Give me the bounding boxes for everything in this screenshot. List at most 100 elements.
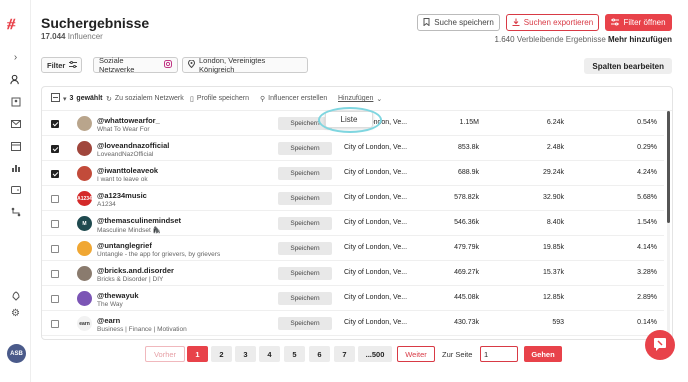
avatar[interactable] [77,141,92,156]
influencer-handle[interactable]: @a1234music [97,191,147,200]
influencer-bio: A1234 [97,201,116,208]
save-influencer-button[interactable]: Speichern [278,217,332,230]
avatar[interactable] [77,266,92,281]
engagement-rate-cell: 4.24% [637,169,657,176]
goto-page-input[interactable]: 1 [480,346,518,362]
page-7-button[interactable]: 7 [334,346,355,362]
row-checkbox[interactable] [51,120,59,128]
row-checkbox[interactable] [51,245,59,253]
save-influencer-button[interactable]: Speichern [278,142,332,155]
location-chip[interactable]: London, Vereinigtes Königreich [182,56,308,74]
create-influencer-action[interactable]: ⚲ Influencer erstellen [260,95,327,103]
left-sidebar: ⧣ › ⚙ ASB [0,0,31,382]
user-search-icon[interactable] [8,72,23,87]
page-6-button[interactable]: 6 [309,346,330,362]
influencer-handle[interactable]: @untanglegrief [97,241,152,250]
go-button[interactable]: Gehen [524,346,562,362]
influencer-handle[interactable]: @thewayuk [97,291,139,300]
page-5-button[interactable]: 5 [284,346,305,362]
influencer-handle[interactable]: @bricks.and.disorder [97,266,174,275]
table-row[interactable]: @ukgods [42,337,664,339]
page-3-button[interactable]: 3 [235,346,256,362]
influencer-handle[interactable]: @themasculinemindset [97,216,181,225]
location-cell: City of London, Ve... [344,169,408,176]
table-row[interactable]: earn @earn Business | Finance | Motivation… [42,312,664,336]
edit-columns-button[interactable]: Spalten bearbeiten [584,58,672,74]
save-influencer-button[interactable]: Speichern [278,192,332,205]
row-checkbox[interactable] [51,320,59,328]
scrollbar-thumb[interactable] [667,111,670,223]
social-network-chip[interactable]: Soziale Netzwerke [93,56,178,74]
bulk-select-toggle[interactable]: ▾ 3 gewählt [51,93,102,104]
row-checkbox[interactable] [51,295,59,303]
row-checkbox[interactable] [51,170,59,178]
save-influencer-button[interactable]: Speichern [278,267,332,280]
save-influencer-button[interactable]: Speichern [278,242,332,255]
table-row[interactable]: M @themasculinemindset Masculine Mindset 🦍… [42,212,664,236]
avatar[interactable] [77,241,92,256]
bookmark-icon [423,17,430,28]
influencer-handle[interactable]: @whattowearfor_ [97,116,160,125]
chevron-right-icon[interactable]: › [8,50,23,65]
save-search-button[interactable]: Suche speichern [417,14,500,31]
flow-icon[interactable] [8,204,23,219]
avatar[interactable] [77,116,92,131]
prev-page-button[interactable]: Vorher [145,346,185,362]
avatar[interactable]: M [77,216,92,231]
influencer-handle[interactable]: @iwanttoleaveok [97,166,158,175]
to-network-action[interactable]: ↻ Zu sozialem Netzwerk [106,95,184,103]
page-4-button[interactable]: 4 [259,346,280,362]
table-row[interactable]: A1234 @a1234music A1234 Speichern City of Lo… [42,187,664,211]
page-last-button[interactable]: ...500 [358,346,392,362]
create-influencer-label: Influencer erstellen [268,95,328,102]
goto-page-label: Zur Seite [442,350,473,359]
contact-card-icon[interactable] [8,94,23,109]
engagement-cell: 29.24k [542,169,564,176]
filter-button[interactable]: Filter [41,57,82,73]
influencer-bio: What To Wear For [97,126,150,133]
chat-support-button[interactable] [645,330,675,360]
next-page-button[interactable]: Weiter [397,346,435,362]
table-row[interactable]: @untanglegrief Untangle - the app for gri… [42,237,664,261]
selected-count: 3 [69,95,74,102]
followers-cell: 853.8k [457,144,479,151]
remaining-results: 1.640 Verbleibende Ergebnisse Mehr hinzu… [495,35,672,44]
mail-icon[interactable] [8,116,23,131]
influencer-handle[interactable]: @loveandnazofficial [97,141,169,150]
table-row[interactable]: @bricks.and.disorder Bricks & Disorder | … [42,262,664,286]
bar-chart-icon[interactable] [8,160,23,175]
add-to-action[interactable]: Hinzufügen ⌄ [338,95,382,103]
row-checkbox[interactable] [51,195,59,203]
table-row[interactable]: @iwanttoleaveok I want to leave ok Speiche… [42,162,664,186]
page-2-button[interactable]: 2 [211,346,232,362]
avatar[interactable]: A1234 [77,191,92,206]
engagement-cell: 15.37k [542,269,564,276]
table-row[interactable]: @loveandnazofficial LoveandNazOfficial Spe… [42,137,664,161]
export-search-button[interactable]: Suchen exportieren [506,14,599,31]
save-influencer-button[interactable]: Speichern [278,167,332,180]
open-filter-button[interactable]: Filter öffnen [605,14,672,31]
settings-icon[interactable]: ⚙ [8,306,23,321]
followers-cell: 469.27k [454,269,479,276]
row-checkbox[interactable] [51,145,59,153]
user-avatar[interactable]: ASB [7,344,26,363]
wallet-icon[interactable] [8,182,23,197]
add-to-chevron-icon: ⌄ [376,95,383,103]
save-influencer-button[interactable]: Speichern [278,292,332,305]
page-1-button[interactable]: 1 [187,346,208,362]
add-more-link[interactable]: Mehr hinzufügen [608,35,672,44]
logo-icon[interactable]: ⧣ [7,14,15,32]
calendar-icon[interactable] [8,138,23,153]
avatar[interactable] [77,166,92,181]
influencer-handle[interactable]: @earn [97,316,120,325]
rocket-icon[interactable] [8,288,23,303]
row-checkbox[interactable] [51,270,59,278]
row-checkbox[interactable] [51,220,59,228]
location-cell: City of London, Ve... [344,294,408,301]
save-profiles-action[interactable]: ▯ Profile speichern [190,95,249,103]
table-row[interactable]: @thewayuk The Way Speichern City of London,… [42,287,664,311]
avatar[interactable]: earn [77,316,92,331]
selected-label: gewählt [76,95,103,102]
avatar[interactable] [77,291,92,306]
save-influencer-button[interactable]: Speichern [278,317,332,330]
